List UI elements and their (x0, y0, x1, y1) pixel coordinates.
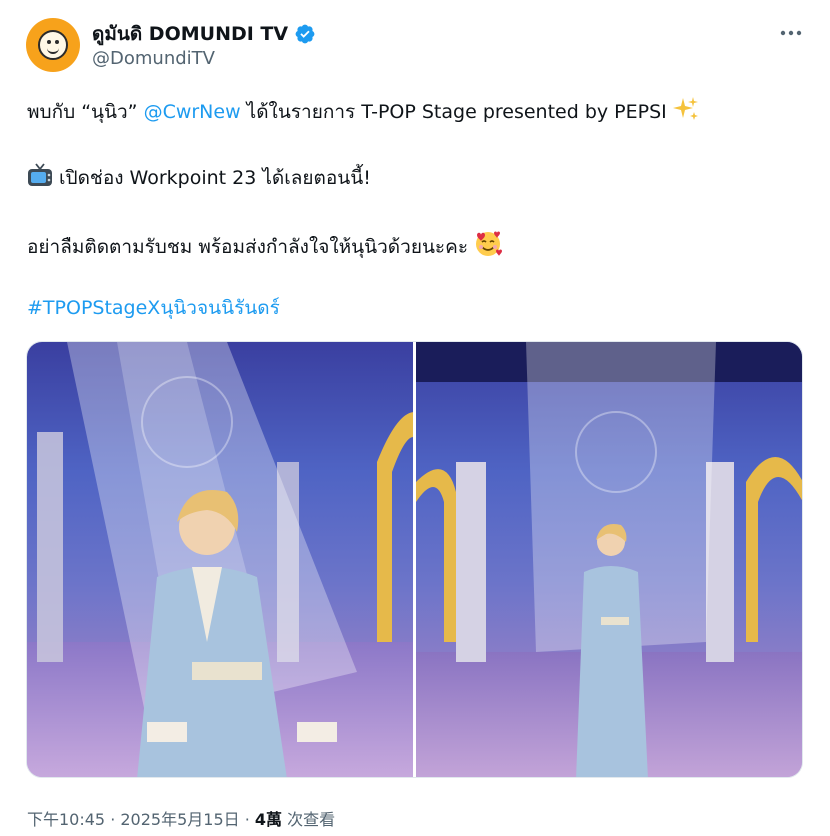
domundi-logo-icon (38, 30, 68, 60)
photo-2[interactable] (416, 342, 802, 777)
stage-photo-image (27, 342, 413, 777)
author-handle[interactable]: @DomundiTV (92, 48, 215, 69)
media-grid (26, 341, 803, 778)
smiling-face-with-hearts-icon (476, 231, 503, 256)
more-options-button[interactable] (778, 20, 804, 46)
tweet-text-line-2: เปิดช่อง Workpoint 23 ได้เลยตอนนี้! (27, 162, 371, 191)
stage-photo-image (416, 342, 802, 777)
tweet-text: ได้ในรายการ T-POP Stage presented by PEP… (240, 101, 667, 123)
mention-link[interactable]: @CwrNew (144, 101, 241, 123)
tweet-text: อย่าลืมติดตามรับชม พร้อมส่งกำลังใจให้นุน… (27, 236, 475, 258)
tv-icon (28, 163, 52, 186)
author-name-row[interactable]: ดูมันดิ DOMUNDI TV (92, 19, 316, 49)
tweet-meta: 下午10:45 · 2025年5月15日 · 4萬 次查看 (27, 806, 335, 830)
sparkles-icon (672, 97, 698, 120)
tweet-text: เปิดช่อง Workpoint 23 ได้เลยตอนนี้! (53, 167, 371, 189)
tweet: ดูมันดิ DOMUNDI TV @DomundiTV พบกับ “นุน… (0, 0, 830, 836)
tweet-text: พบกับ “นุนิว” (27, 101, 144, 123)
author-display-name[interactable]: ดูมันดิ DOMUNDI TV (92, 19, 288, 49)
tweet-text-line-1: พบกับ “นุนิว” @CwrNew ได้ในรายการ T-POP … (27, 96, 699, 125)
tweet-text-line-4: #TPOPStageXนุนิวจนนิรันดร์ (27, 295, 280, 321)
view-label: 次查看 (282, 810, 336, 829)
more-horizontal-icon (780, 30, 802, 36)
tweet-timestamp[interactable]: 下午10:45 · 2025年5月15日 · (27, 810, 255, 829)
view-count: 4萬 (254, 810, 283, 829)
verified-badge-icon (295, 24, 315, 44)
author-avatar[interactable] (26, 18, 80, 72)
photo-1[interactable] (27, 342, 413, 777)
tweet-text-line-3: อย่าลืมติดตามรับชม พร้อมส่งกำลังใจให้นุน… (27, 229, 503, 260)
hashtag-link[interactable]: #TPOPStageXนุนิวจนนิรันดร์ (27, 297, 280, 319)
